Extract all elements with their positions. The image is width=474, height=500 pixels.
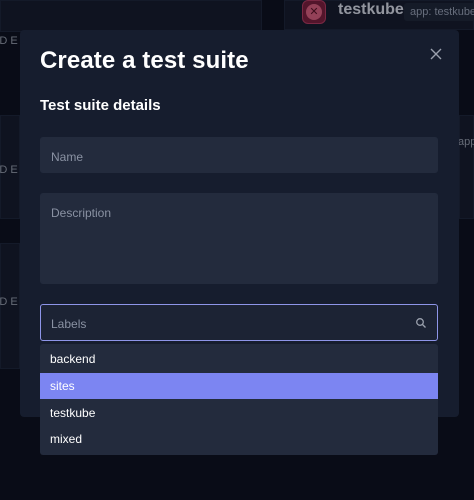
search-icon <box>416 318 426 328</box>
label-option-sites[interactable]: sites <box>40 373 438 399</box>
label-option-backend[interactable]: backend <box>40 346 438 372</box>
description-textarea[interactable]: Description <box>40 193 438 284</box>
close-icon <box>430 48 442 60</box>
label-option-testkube[interactable]: testkube <box>40 400 438 426</box>
section-title: Test suite details <box>40 97 161 114</box>
labels-dropdown: backend sites testkube mixed <box>40 344 438 455</box>
label-option-mixed[interactable]: mixed <box>40 426 438 452</box>
labels-placeholder: Labels <box>51 317 87 331</box>
description-placeholder: Description <box>51 206 112 220</box>
dialog-title: Create a test suite <box>40 47 249 74</box>
labels-input[interactable]: Labels <box>40 304 438 341</box>
name-placeholder: Name <box>51 150 84 164</box>
close-button[interactable] <box>427 45 445 63</box>
name-input[interactable]: Name <box>40 137 438 173</box>
